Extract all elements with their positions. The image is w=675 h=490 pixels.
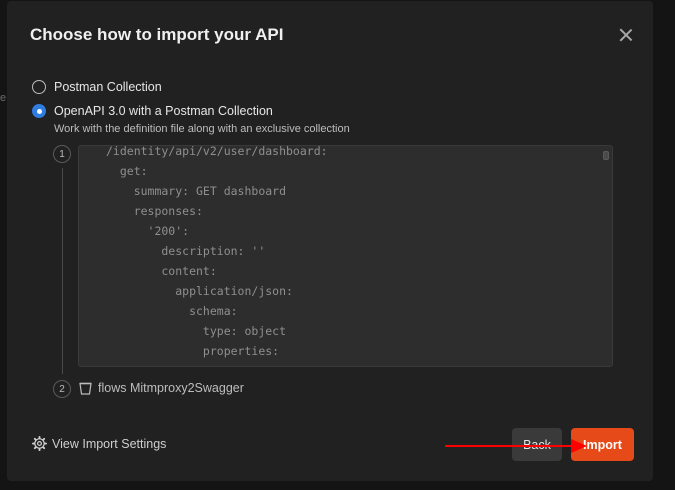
import-button[interactable]: Import (571, 428, 634, 461)
close-icon[interactable] (618, 27, 634, 43)
collection-name: flows Mitmproxy2Swagger (98, 381, 244, 395)
view-import-settings-link[interactable]: View Import Settings (32, 436, 166, 451)
view-import-settings-label: View Import Settings (52, 436, 167, 451)
option-openapi-description: Work with the definition file along with… (54, 123, 350, 135)
option-postman-collection[interactable]: Postman Collection (32, 80, 162, 94)
radio-openapi-with-collection[interactable] (32, 104, 46, 118)
code-scrollbar[interactable] (603, 151, 609, 160)
bucket-icon (79, 382, 92, 395)
option-openapi-label: OpenAPI 3.0 with a Postman Collection (54, 104, 273, 118)
gear-icon (32, 436, 47, 451)
radio-postman-collection[interactable] (32, 80, 46, 94)
definition-code: /identity/api/v2/user/dashboard: get: su… (106, 145, 328, 366)
import-dialog: Choose how to import your API Postman Co… (7, 1, 653, 481)
step-connector-line (62, 168, 63, 374)
option-postman-collection-label: Postman Collection (54, 80, 162, 94)
step-1-badge: 1 (53, 145, 71, 163)
definition-preview[interactable]: /identity/api/v2/user/dashboard: get: su… (78, 145, 613, 367)
step-2-collection: flows Mitmproxy2Swagger (79, 381, 244, 395)
option-openapi-with-collection[interactable]: OpenAPI 3.0 with a Postman Collection (32, 104, 273, 118)
back-button[interactable]: Back (512, 428, 562, 461)
step-2-badge: 2 (53, 380, 71, 398)
dialog-title: Choose how to import your API (30, 25, 284, 44)
backdrop-text-fragment: e (0, 92, 7, 104)
